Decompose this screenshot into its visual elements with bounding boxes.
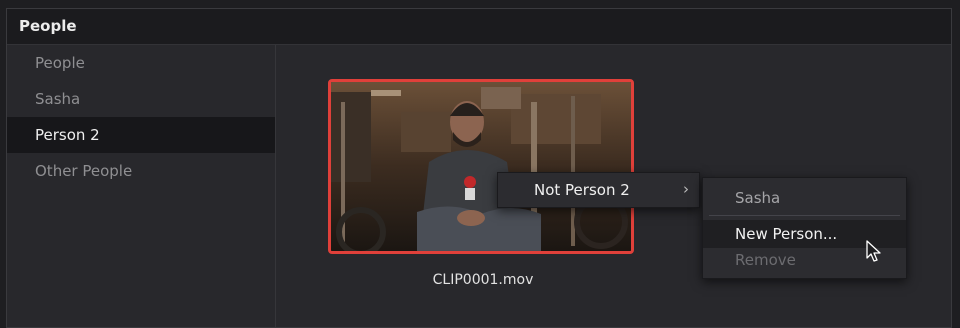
sidebar: People Sasha Person 2 Other People bbox=[7, 45, 276, 327]
sidebar-item-sasha[interactable]: Sasha bbox=[7, 81, 275, 117]
submenu-item-sasha[interactable]: Sasha bbox=[703, 184, 906, 212]
context-menu: Not Person 2 › bbox=[497, 172, 700, 208]
sidebar-item-other-people[interactable]: Other People bbox=[7, 153, 275, 189]
clip-name-label: CLIP0001.mov bbox=[432, 272, 534, 288]
mouse-pointer-icon bbox=[866, 240, 882, 268]
menu-divider bbox=[709, 215, 900, 216]
menu-item-not-person-2[interactable]: Not Person 2 bbox=[534, 181, 630, 199]
title-bar: People bbox=[7, 9, 951, 45]
sidebar-item-people[interactable]: People bbox=[7, 45, 275, 81]
chevron-right-icon: › bbox=[683, 180, 689, 198]
clip-thumbnail-image bbox=[331, 82, 631, 251]
clip-thumbnail[interactable] bbox=[328, 79, 634, 254]
window-title: People bbox=[19, 17, 77, 35]
sidebar-item-person-2[interactable]: Person 2 bbox=[7, 117, 275, 153]
